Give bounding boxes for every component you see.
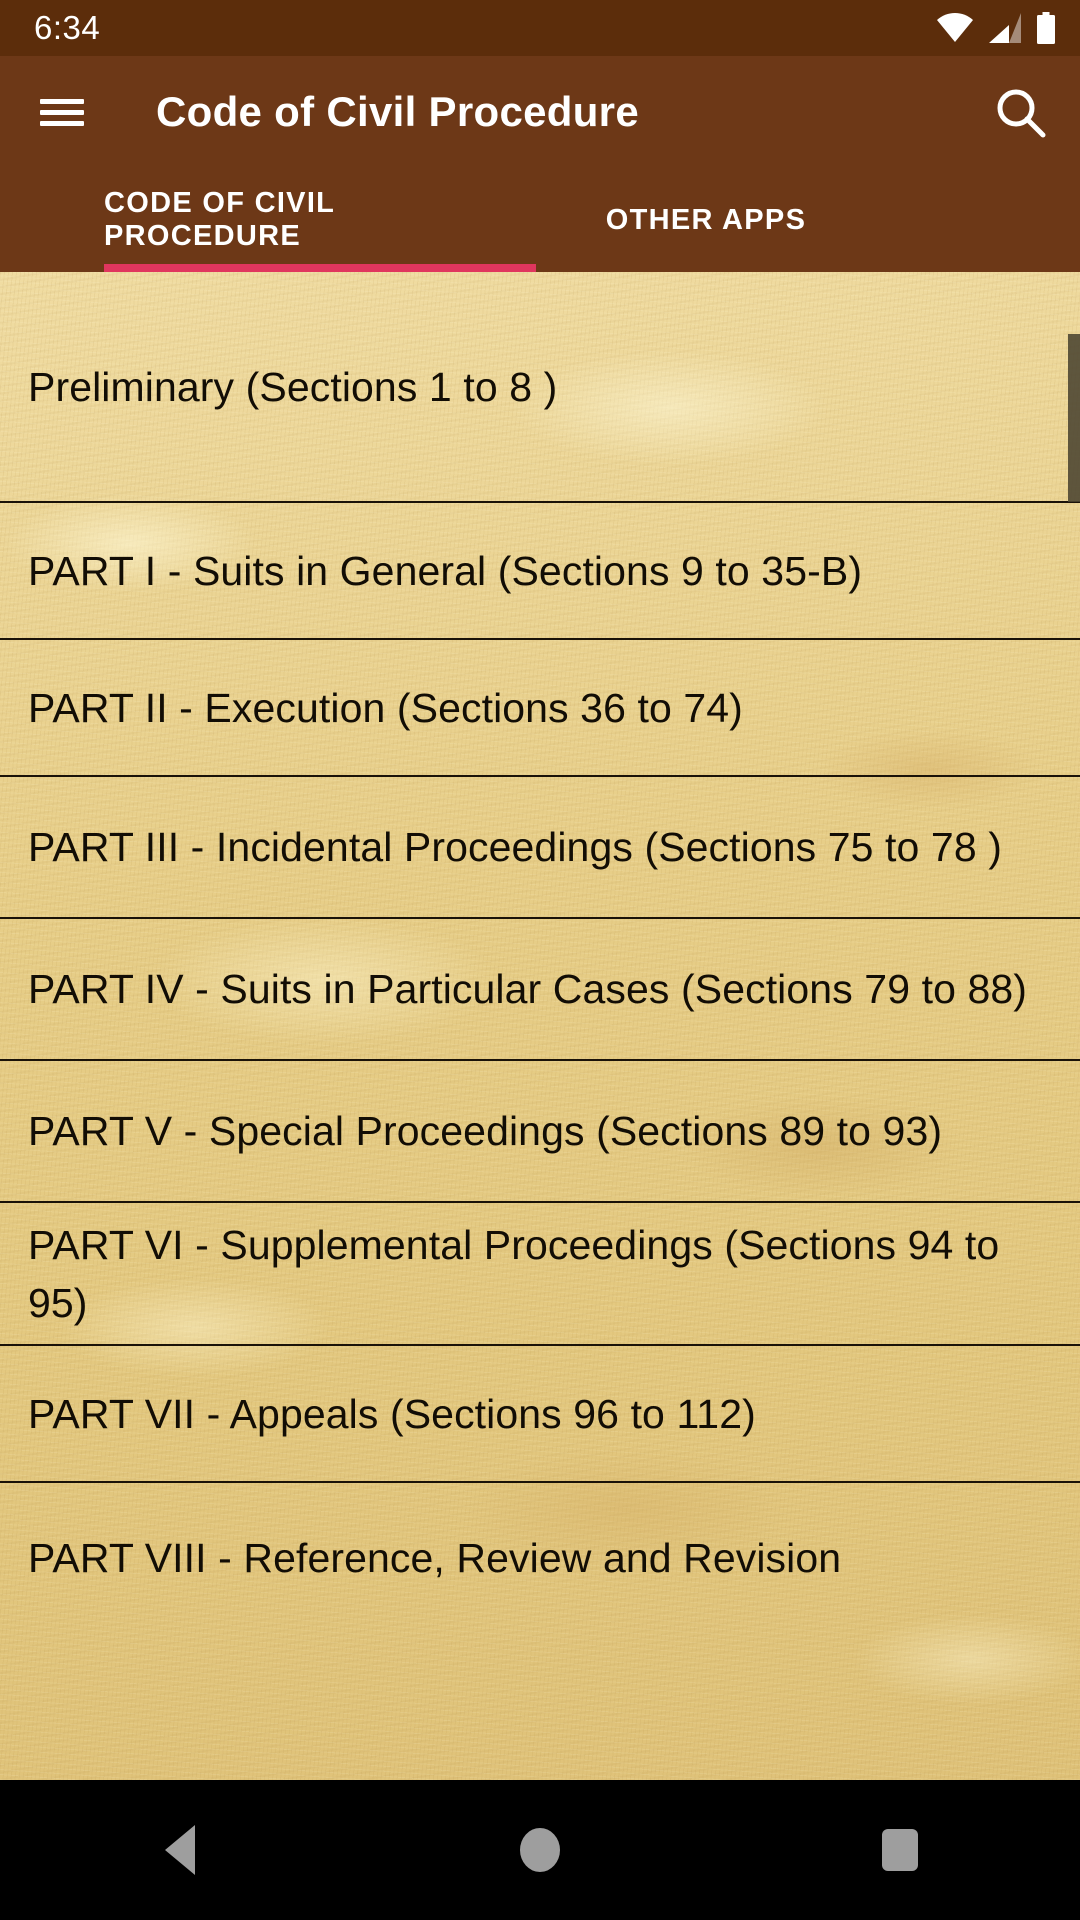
page-title: Code of Civil Procedure xyxy=(156,88,639,135)
vertical-scrollbar[interactable] xyxy=(1068,272,1080,1780)
tab-other-apps[interactable]: OTHER APPS xyxy=(556,168,856,272)
tab-selected-indicator xyxy=(104,264,536,272)
list-item-label: PART II - Execution (Sections 36 to 74) xyxy=(28,684,743,731)
list-item[interactable]: PART VII - Appeals (Sections 96 to 112) xyxy=(0,1346,1080,1483)
recents-square-icon xyxy=(882,1829,918,1871)
list-item[interactable]: PART IV - Suits in Particular Cases (Sec… xyxy=(0,919,1080,1061)
home-circle-icon xyxy=(520,1828,560,1872)
cellular-signal-icon xyxy=(988,13,1022,43)
list-item[interactable]: PART VI - Supplemental Proceedings (Sect… xyxy=(0,1203,1080,1346)
list-item[interactable]: PART VIII - Reference, Review and Revisi… xyxy=(0,1483,1080,1581)
status-bar-icons xyxy=(936,12,1056,44)
list-item-label: PART V - Special Proceedings (Sections 8… xyxy=(28,1108,943,1154)
status-bar-clock: 6:34 xyxy=(34,9,101,46)
list-item[interactable]: PART V - Special Proceedings (Sections 8… xyxy=(0,1061,1080,1203)
nav-recents-button[interactable] xyxy=(810,1780,990,1920)
list-item[interactable]: PART III - Incidental Proceedings (Secti… xyxy=(0,777,1080,919)
list-item-label: Preliminary (Sections 1 to 8 ) xyxy=(28,363,558,410)
hamburger-menu-button[interactable] xyxy=(6,56,118,168)
status-bar: 6:34 xyxy=(0,0,1080,56)
scrollbar-thumb[interactable] xyxy=(1068,334,1080,502)
search-button[interactable] xyxy=(990,82,1052,144)
back-triangle-icon xyxy=(165,1825,195,1875)
nav-home-button[interactable] xyxy=(450,1780,630,1920)
list-item-label: PART I - Suits in General (Sections 9 to… xyxy=(28,547,863,594)
list-item-label: PART III - Incidental Proceedings (Secti… xyxy=(28,824,1002,870)
tab-code-of-civil-procedure[interactable]: CODE OF CIVIL PROCEDURE xyxy=(104,168,536,272)
tab-bar: CODE OF CIVIL PROCEDURE OTHER APPS xyxy=(0,168,1080,272)
app-bar: Code of Civil Procedure xyxy=(0,56,1080,168)
android-navigation-bar xyxy=(0,1780,1080,1920)
nav-back-button[interactable] xyxy=(90,1780,270,1920)
search-icon xyxy=(992,84,1050,142)
list-item-label: PART VIII - Reference, Review and Revisi… xyxy=(28,1535,842,1581)
wifi-icon xyxy=(936,13,974,43)
hamburger-menu-icon xyxy=(40,93,84,132)
tab-row: CODE OF CIVIL PROCEDURE OTHER APPS xyxy=(0,168,856,272)
list-item[interactable]: PART I - Suits in General (Sections 9 to… xyxy=(0,503,1080,640)
list-item-label: PART VI - Supplemental Proceedings (Sect… xyxy=(28,1221,1000,1326)
list-item-label: PART IV - Suits in Particular Cases (Sec… xyxy=(28,966,1028,1012)
chapter-list[interactable]: Preliminary (Sections 1 to 8 ) PART I - … xyxy=(0,272,1080,1780)
list-item-label: PART VII - Appeals (Sections 96 to 112) xyxy=(28,1390,756,1437)
list-item[interactable]: PART II - Execution (Sections 36 to 74) xyxy=(0,640,1080,777)
list-item[interactable]: Preliminary (Sections 1 to 8 ) xyxy=(0,272,1080,503)
phone-screen: 6:34 Code of Civil Procedure CODE OF CIV… xyxy=(0,0,1080,1920)
battery-icon xyxy=(1036,12,1056,44)
